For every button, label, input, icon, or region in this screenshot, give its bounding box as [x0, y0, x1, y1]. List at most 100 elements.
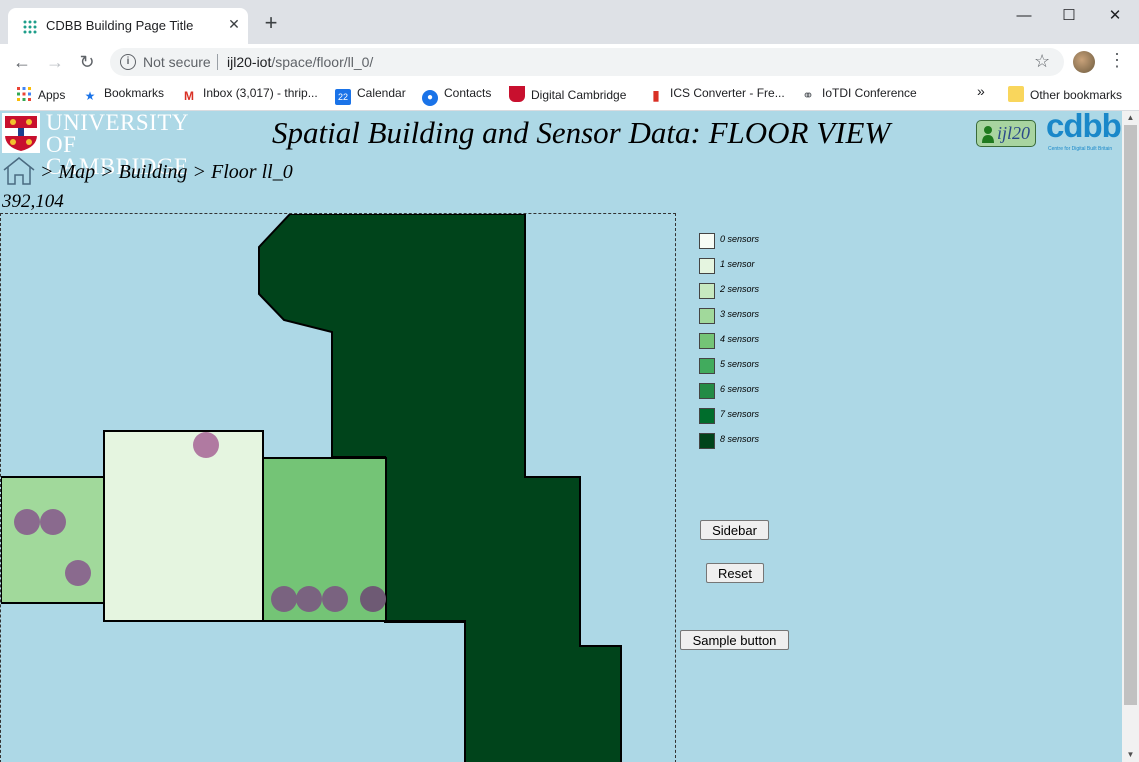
- browser-titlebar: CDBB Building Page Title ✕ + — ☐ ✕: [0, 0, 1139, 44]
- legend-swatch: [699, 233, 715, 249]
- legend-item: 0 sensors: [699, 233, 819, 249]
- scroll-thumb[interactable]: [1124, 125, 1137, 705]
- bookmark-calendar[interactable]: 22 Calendar: [335, 86, 406, 105]
- contacts-icon: ●: [422, 90, 438, 106]
- browser-toolbar: ← → ↻ i Not secure ijl20-iot/space/floor…: [0, 44, 1139, 80]
- university-line1: UNIVERSITY OF: [46, 111, 189, 157]
- legend-swatch: [699, 258, 715, 274]
- legend-swatch: [699, 283, 715, 299]
- browser-tab[interactable]: CDBB Building Page Title ✕: [8, 8, 248, 44]
- new-tab-button[interactable]: +: [260, 12, 282, 34]
- folder-icon: [1008, 86, 1024, 102]
- legend-swatch: [699, 333, 715, 349]
- info-icon[interactable]: i: [120, 54, 136, 70]
- url-text[interactable]: ijl20-iot/space/floor/ll_0/: [227, 54, 373, 70]
- omnibox-divider: [217, 54, 218, 70]
- cdbb-logo[interactable]: cdbb Centre for Digital Built Britain: [1046, 111, 1122, 157]
- back-icon[interactable]: ←: [10, 50, 34, 74]
- bookmark-iotdi[interactable]: ⚭ IoTDI Conference: [800, 86, 917, 103]
- maximize-icon[interactable]: ☐: [1057, 4, 1081, 28]
- bookmark-ics-converter[interactable]: ▮ ICS Converter - Fre...: [648, 86, 785, 103]
- url-path: /space/floor/ll_0/: [271, 54, 374, 70]
- sidebar-button[interactable]: Sidebar: [700, 520, 769, 540]
- cdbb-wordmark: cdbb: [1046, 111, 1122, 144]
- legend-item: 6 sensors: [699, 383, 819, 399]
- sensor-marker[interactable]: [193, 432, 219, 458]
- sensor-marker[interactable]: [296, 586, 322, 612]
- bookmark-star-icon[interactable]: ☆: [1034, 51, 1050, 72]
- legend-label: 1 sensor: [720, 259, 755, 269]
- floor-room-middle[interactable]: [103, 430, 264, 622]
- bookmark-label: Calendar: [357, 86, 406, 100]
- university-logo[interactable]: UNIVERSITY OF CAMBRIDGE: [2, 111, 208, 178]
- legend-item: 2 sensors: [699, 283, 819, 299]
- sensor-marker[interactable]: [360, 586, 386, 612]
- bookmark-bookmarks[interactable]: ★ Bookmarks: [82, 86, 164, 104]
- sensor-marker[interactable]: [271, 586, 297, 612]
- legend-label: 8 sensors: [720, 434, 760, 444]
- bookmark-other[interactable]: Other bookmarks: [1008, 86, 1122, 102]
- cursor-coordinates: 392,104: [2, 191, 64, 212]
- minimize-icon[interactable]: —: [1012, 4, 1036, 28]
- legend-item: 4 sensors: [699, 333, 819, 349]
- bookmark-digital-cambridge[interactable]: Digital Cambridge: [509, 86, 626, 102]
- calendar-icon: 22: [335, 89, 351, 105]
- star-icon: ★: [84, 89, 96, 103]
- address-bar[interactable]: i Not secure ijl20-iot/space/floor/ll_0/…: [110, 48, 1064, 76]
- bookmark-label: Other bookmarks: [1030, 88, 1123, 102]
- ics-icon: ▮: [652, 87, 660, 103]
- browser-menu-icon[interactable]: ⋮: [1108, 50, 1126, 71]
- legend-label: 7 sensors: [720, 409, 760, 419]
- floor-plan[interactable]: [0, 213, 676, 762]
- bookmarks-overflow-icon[interactable]: »: [977, 83, 985, 99]
- bookmark-contacts[interactable]: ● Contacts: [422, 86, 491, 106]
- crest-icon: [509, 86, 525, 102]
- close-tab-icon[interactable]: ✕: [226, 16, 242, 32]
- user-icon: [982, 126, 994, 143]
- home-icon[interactable]: [2, 156, 36, 186]
- breadcrumb[interactable]: > Map > Building > Floor ll_0: [40, 161, 293, 184]
- bookmark-apps[interactable]: Apps: [16, 86, 65, 102]
- user-badge[interactable]: ijl20: [976, 120, 1036, 147]
- legend-item: 7 sensors: [699, 408, 819, 424]
- page-content: UNIVERSITY OF CAMBRIDGE Spatial Building…: [0, 111, 1139, 762]
- bookmark-inbox[interactable]: M Inbox (3,017) - thrip...: [181, 86, 318, 104]
- legend-label: 0 sensors: [720, 234, 760, 244]
- gmail-icon: M: [184, 89, 194, 103]
- page-scrollbar[interactable]: ▲ ▼: [1122, 111, 1139, 762]
- legend-item: 3 sensors: [699, 308, 819, 324]
- sensor-marker[interactable]: [322, 586, 348, 612]
- user-name: ijl20: [997, 123, 1031, 143]
- globe-icon: ⚭: [802, 87, 814, 103]
- sensor-marker[interactable]: [40, 509, 66, 535]
- not-secure-label: Not secure: [143, 54, 211, 70]
- scroll-down-icon[interactable]: ▼: [1122, 748, 1139, 762]
- scroll-up-icon[interactable]: ▲: [1122, 111, 1139, 125]
- cdbb-subtitle: Centre for Digital Built Britain: [1048, 146, 1113, 152]
- reload-icon[interactable]: ↻: [75, 50, 99, 74]
- legend-swatch: [699, 358, 715, 374]
- legend-swatch: [699, 408, 715, 424]
- close-window-icon[interactable]: ✕: [1103, 4, 1127, 28]
- forward-icon[interactable]: →: [43, 50, 67, 74]
- tab-favicon-icon: [23, 20, 37, 34]
- legend-label: 3 sensors: [720, 309, 760, 319]
- reset-button[interactable]: Reset: [706, 563, 764, 583]
- legend-label: 4 sensors: [720, 334, 760, 344]
- sample-button[interactable]: Sample button: [680, 630, 789, 650]
- tab-title: CDBB Building Page Title: [46, 18, 194, 33]
- bookmark-label: Bookmarks: [104, 86, 165, 100]
- page-title: Spatial Building and Sensor Data: FLOOR …: [272, 115, 891, 150]
- legend-swatch: [699, 433, 715, 449]
- url-host: ijl20-iot: [227, 54, 272, 70]
- sensor-marker[interactable]: [65, 560, 91, 586]
- bookmark-label: IoTDI Conference: [822, 86, 917, 100]
- apps-grid-icon: [17, 87, 31, 101]
- sensor-marker[interactable]: [14, 509, 40, 535]
- legend-label: 2 sensors: [720, 284, 760, 294]
- floor-room-left[interactable]: [1, 476, 106, 604]
- bookmark-label: Contacts: [444, 86, 492, 100]
- legend-item: 5 sensors: [699, 358, 819, 374]
- profile-avatar[interactable]: [1073, 51, 1095, 73]
- cambridge-crest-icon: [2, 113, 40, 153]
